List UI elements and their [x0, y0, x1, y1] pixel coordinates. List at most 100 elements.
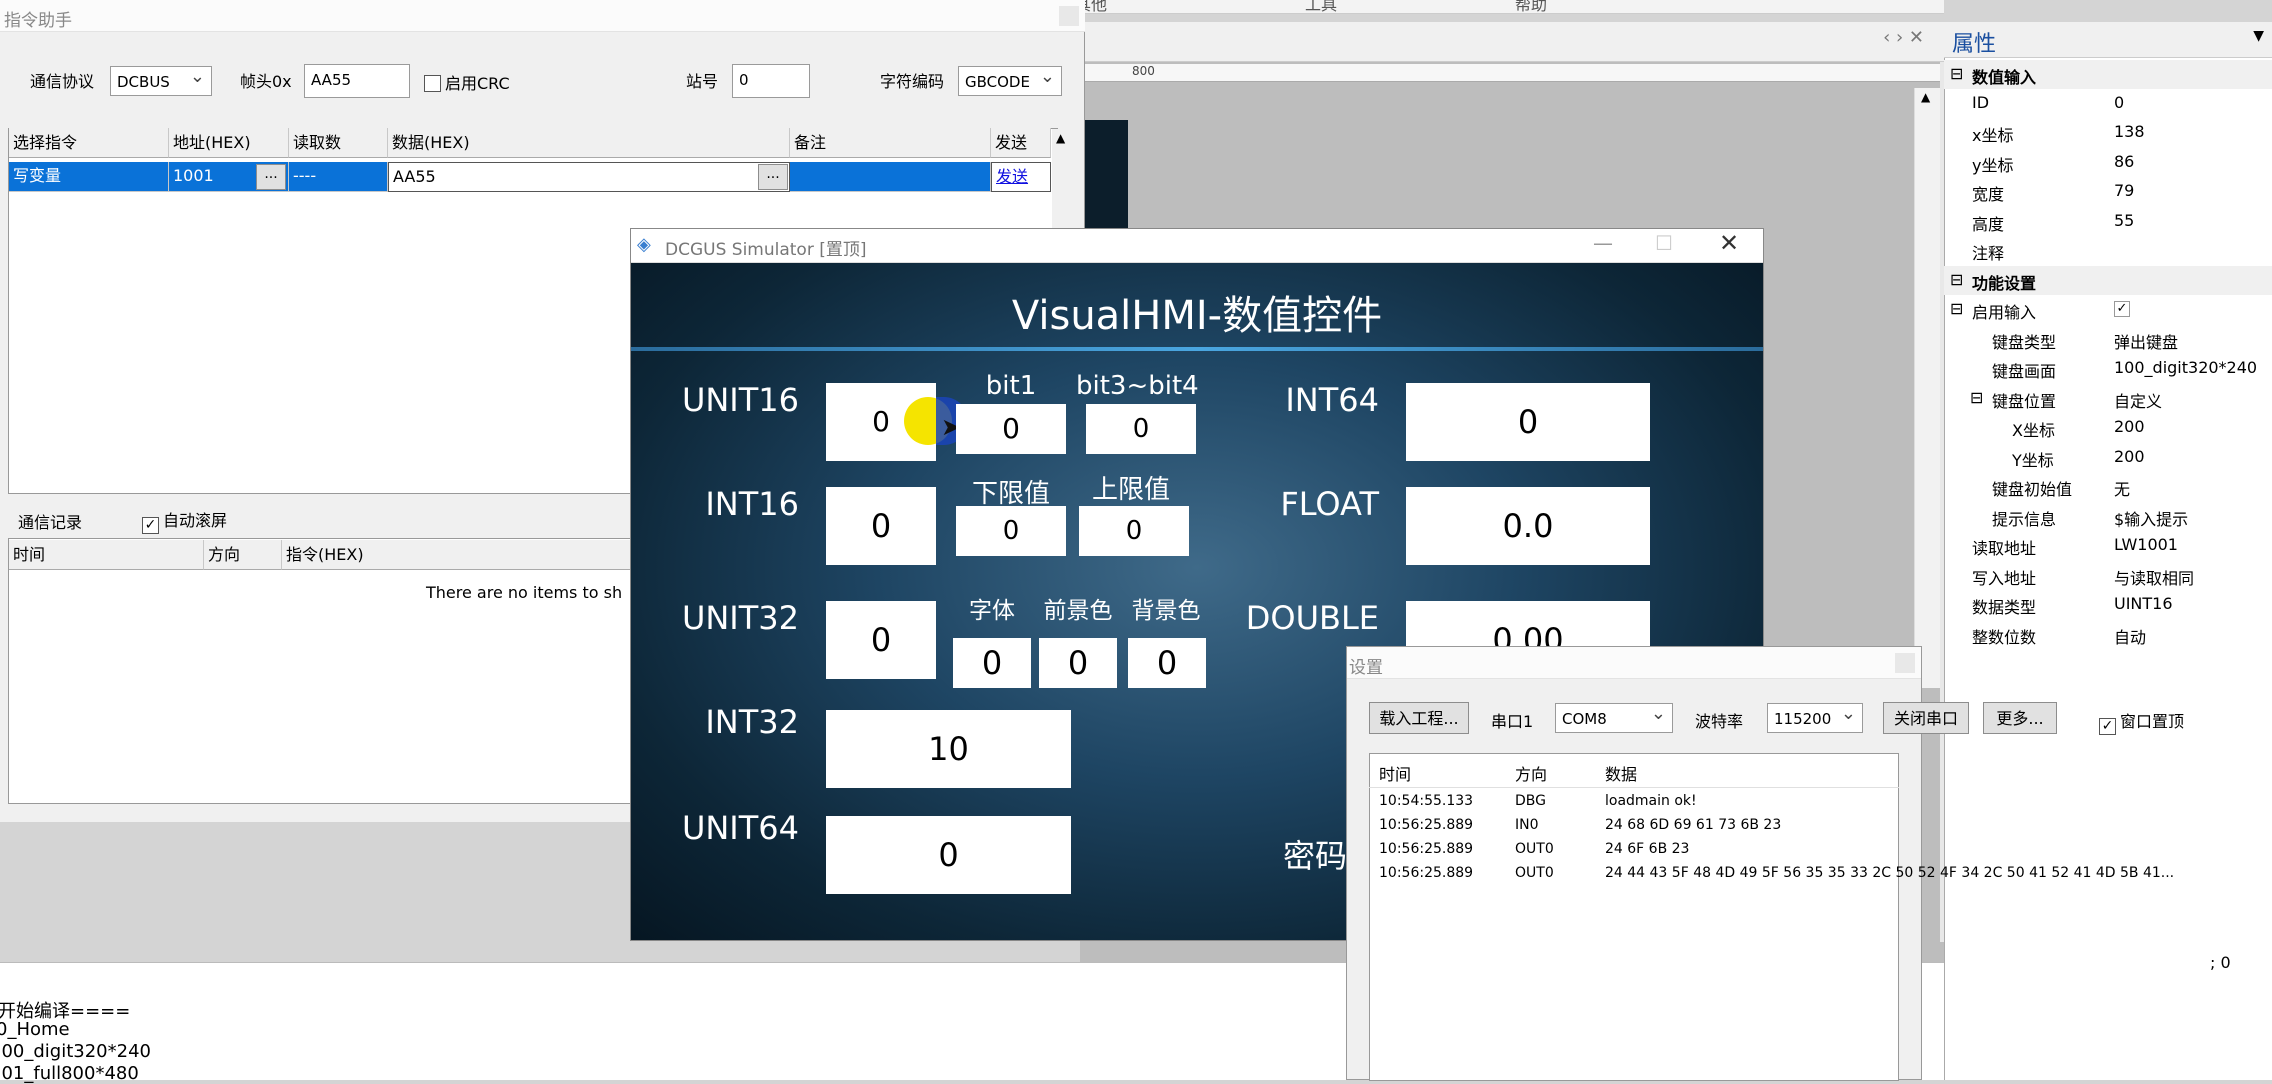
port-select[interactable]: COM8 [1555, 703, 1673, 733]
fg-input[interactable]: 0 [1039, 638, 1117, 688]
prop-value[interactable]: 0 [2114, 93, 2124, 112]
int32-input[interactable]: 10 [826, 710, 1071, 788]
prop-section-function[interactable]: ⊟ 功能设置 [1944, 266, 2272, 295]
autoscroll-checkbox[interactable]: ✓ 自动滚屏 [142, 507, 227, 534]
prop-row[interactable]: 键盘初始值 无 [1944, 472, 2272, 501]
collapse-icon[interactable]: ⊟ [1970, 388, 1983, 407]
encoding-select[interactable]: GBCODE [958, 66, 1062, 96]
font-input[interactable]: 0 [953, 638, 1031, 688]
prop-value[interactable]: 200 [2114, 417, 2145, 436]
editor-scrollbar[interactable]: ▲ [1914, 88, 1940, 688]
collapse-icon[interactable]: ⊟ [1950, 299, 1963, 318]
close-icon[interactable] [1059, 6, 1079, 26]
prop-row[interactable]: 注释 [1944, 236, 2272, 265]
col-header-cmd[interactable]: 选择指令 [9, 128, 169, 158]
prop-value[interactable]: $输入提示 [2114, 506, 2188, 530]
col-header-note[interactable]: 备注 [790, 128, 991, 158]
frame-input[interactable]: AA55 [304, 64, 410, 98]
prop-section-numeric-input[interactable]: ⊟ 数值输入 [1944, 60, 2272, 89]
prop-row[interactable]: 键盘画面 100_digit320*240 [1944, 354, 2272, 383]
collapse-icon[interactable]: ⊟ [1950, 270, 1963, 289]
prop-value[interactable]: 79 [2114, 181, 2134, 200]
lower-input[interactable]: 0 [956, 506, 1066, 556]
autoscroll-box[interactable]: ✓ [142, 517, 159, 534]
col-header-data[interactable]: 数据(HEX) [388, 128, 790, 158]
prop-row[interactable]: 宽度 79 [1944, 177, 2272, 206]
close-port-button[interactable]: 关闭串口 [1883, 702, 1969, 734]
unit32-input[interactable]: 0 [826, 601, 936, 679]
pane-nav-icon[interactable]: ‹ › ✕ [1883, 27, 1924, 48]
prop-key: ID [1972, 93, 1990, 112]
prop-row[interactable]: X坐标 200 [1944, 413, 2272, 442]
prop-row[interactable]: 键盘类型 弹出键盘 [1944, 325, 2272, 354]
maximize-icon[interactable]: ☐ [1655, 231, 1673, 255]
crc-box[interactable] [424, 75, 441, 92]
topmost-box[interactable]: ✓ [2099, 718, 2116, 735]
minimize-icon[interactable]: — [1593, 231, 1613, 255]
cell-count[interactable]: ---- [289, 162, 388, 192]
prop-row[interactable]: 高度 55 [1944, 207, 2272, 236]
prop-row[interactable]: ⊟ 启用输入 ✓ [1944, 295, 2272, 324]
addr-browse-button[interactable]: ... [256, 164, 286, 190]
prop-value[interactable]: LW1001 [2114, 535, 2178, 554]
close-icon[interactable] [1895, 653, 1915, 673]
prop-value[interactable]: 86 [2114, 152, 2134, 171]
float-input[interactable]: 0.0 [1406, 487, 1650, 565]
chevron-down-icon[interactable]: ▼ [2253, 28, 2264, 44]
prop-value[interactable]: 200 [2114, 447, 2145, 466]
prop-row[interactable]: 数据类型 UINT16 [1944, 590, 2272, 619]
log-col-time[interactable]: 时间 [1379, 761, 1411, 785]
prop-value[interactable]: 自定义 [2114, 388, 2162, 412]
col-header-count[interactable]: 读取数 [289, 128, 388, 158]
menu-tools[interactable]: 工具 [1305, 0, 1337, 15]
cell-data[interactable]: AA55 [388, 162, 790, 192]
prop-value[interactable]: 与读取相同 [2114, 565, 2194, 589]
cell-note[interactable] [790, 162, 991, 192]
baud-select[interactable]: 115200 [1767, 703, 1863, 733]
prop-value[interactable]: UINT16 [2114, 594, 2173, 613]
bit34-input[interactable]: 0 [1086, 404, 1196, 454]
prop-row[interactable]: Y坐标 200 [1944, 443, 2272, 472]
log-col-data[interactable]: 数据 [1605, 761, 1637, 785]
prop-value[interactable]: 无 [2114, 476, 2130, 500]
prop-value[interactable]: 100_digit320*240 [2114, 358, 2257, 377]
topmost-checkbox[interactable]: ✓ 窗口置顶 [2099, 708, 2184, 735]
prop-row[interactable]: x坐标 138 [1944, 118, 2272, 147]
prop-row[interactable]: ID 0 [1944, 89, 2272, 118]
collapse-icon[interactable]: ⊟ [1950, 64, 1963, 83]
prop-row[interactable]: y坐标 86 [1944, 148, 2272, 177]
int16-input[interactable]: 0 [826, 487, 936, 565]
bit1-input[interactable]: 0 [956, 404, 1066, 454]
upper-input[interactable]: 0 [1079, 506, 1189, 556]
load-project-button[interactable]: 载入工程... [1369, 702, 1469, 734]
prop-value[interactable]: 自动 [2114, 624, 2146, 648]
col-header-addr[interactable]: 地址(HEX) [169, 128, 289, 158]
more-button[interactable]: 更多... [1983, 702, 2057, 734]
crc-checkbox[interactable]: 启用CRC [424, 70, 510, 94]
log-col-direction[interactable]: 方向 [1515, 761, 1547, 785]
send-link[interactable]: 发送 [991, 162, 1051, 192]
check-icon[interactable]: ✓ [2114, 301, 2130, 317]
data-browse-button[interactable]: ... [758, 164, 788, 190]
log-col-time[interactable]: 时间 [9, 540, 204, 570]
prop-row[interactable]: ⊟ 键盘位置 自定义 [1944, 384, 2272, 413]
prop-value[interactable]: 弹出键盘 [2114, 329, 2178, 353]
prop-row[interactable]: 整数位数 自动 [1944, 620, 2272, 649]
cell-cmd[interactable]: 写变量 [9, 162, 169, 192]
int64-input[interactable]: 0 [1406, 383, 1650, 461]
bg-input[interactable]: 0 [1128, 638, 1206, 688]
station-input[interactable]: 0 [732, 64, 810, 98]
close-icon[interactable]: ✕ [1719, 229, 1739, 257]
scroll-up-icon[interactable]: ▲ [1921, 90, 1930, 104]
scroll-up-icon[interactable]: ▲ [1056, 131, 1065, 145]
col-header-send[interactable]: 发送 [991, 128, 1051, 158]
prop-row[interactable]: 提示信息 $输入提示 [1944, 502, 2272, 531]
prop-value[interactable]: 55 [2114, 211, 2134, 230]
log-col-direction[interactable]: 方向 [204, 540, 282, 570]
unit64-input[interactable]: 0 [826, 816, 1071, 894]
prop-value[interactable]: 138 [2114, 122, 2145, 141]
protocol-select[interactable]: DCBUS [110, 66, 212, 96]
prop-row[interactable]: 读取地址 LW1001 [1944, 531, 2272, 560]
prop-row[interactable]: 写入地址 与读取相同 [1944, 561, 2272, 590]
menu-help[interactable]: 帮助 [1515, 0, 1547, 15]
